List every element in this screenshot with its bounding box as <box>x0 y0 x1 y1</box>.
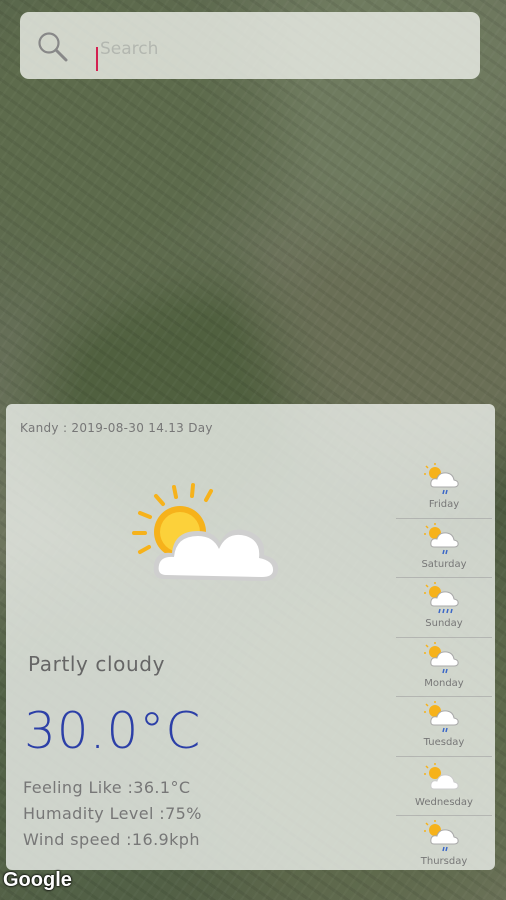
condition-text: Partly cloudy <box>28 652 166 676</box>
rain-sun-icon <box>424 641 459 673</box>
forecast-item-wednesday[interactable]: Wednesday <box>396 757 492 816</box>
partly-cloudy-icon <box>132 483 279 581</box>
rain-sun-icon <box>424 463 459 495</box>
search-bar[interactable] <box>20 12 480 79</box>
weather-card: Kandy : 2019-08-30 14.13 Day Partly clou… <box>6 404 495 870</box>
forecast-day-label: Friday <box>428 499 460 510</box>
partly-cloudy-icon <box>424 762 459 789</box>
forecast-item-thursday[interactable]: Thursday <box>396 816 492 875</box>
google-attribution-logo[interactable]: Google <box>3 869 72 892</box>
temperature-value: 30.0°C <box>24 702 202 760</box>
humidity-text: Humadity Level :75% <box>23 804 202 823</box>
feels-like-text: Feeling Like :36.1°C <box>23 778 191 797</box>
forecast-item-sunday[interactable]: Sunday <box>396 578 492 638</box>
forecast-item-tuesday[interactable]: Tuesday <box>396 697 492 757</box>
location-datetime: Kandy : 2019-08-30 14.13 Day <box>20 421 213 435</box>
forecast-list: Friday Saturday Sunday Monday Tuesday We… <box>396 459 492 875</box>
search-icon[interactable] <box>36 30 68 62</box>
heavy-rain-sun-icon <box>424 582 459 614</box>
forecast-day-label: Thursday <box>420 856 468 867</box>
forecast-item-monday[interactable]: Monday <box>396 638 492 697</box>
rain-sun-icon <box>424 701 459 733</box>
rain-sun-icon <box>424 820 459 852</box>
forecast-item-friday[interactable]: Friday <box>396 459 492 519</box>
forecast-day-label: Saturday <box>421 558 467 570</box>
forecast-day-label: Wednesday <box>415 796 473 808</box>
wind-speed-text: Wind speed :16.9kph <box>23 830 200 849</box>
forecast-day-label: Tuesday <box>423 737 465 748</box>
forecast-day-label: Monday <box>424 677 464 689</box>
forecast-item-saturday[interactable]: Saturday <box>396 519 492 578</box>
search-input[interactable] <box>98 33 462 65</box>
rain-sun-icon <box>424 522 459 554</box>
forecast-day-label: Sunday <box>425 618 463 629</box>
